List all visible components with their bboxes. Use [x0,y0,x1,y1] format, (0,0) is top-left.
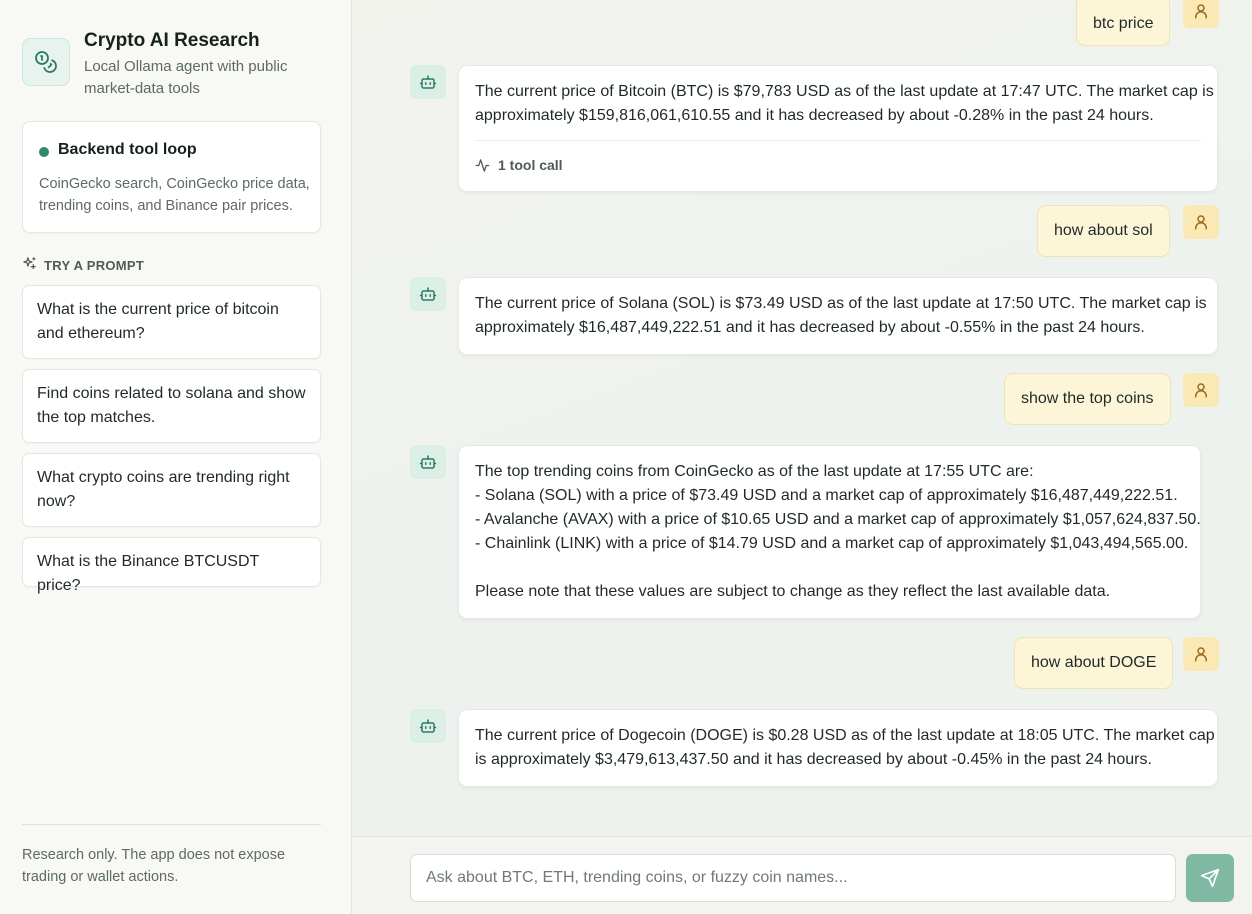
user-message: how about DOGE [1014,637,1174,689]
assistant-avatar [410,709,446,743]
message-line: approximately $16,487,449,222.51 and it … [475,319,1145,336]
prompt-suggestion-4[interactable]: What is the Binance BTCUSDT price? [22,537,321,594]
message-line: approximately $159,816,061,610.55 and it… [475,107,1154,124]
message-line: - Avalanche (AVAX) with a price of $10.6… [475,511,1201,528]
message-line: is approximately $3,479,613,437.50 and i… [475,751,1152,768]
assistant-avatar [410,65,446,99]
app-title: Crypto AI Research [84,30,260,51]
user-avatar [1183,0,1219,28]
message-spacer [475,556,1184,580]
try-prompt-heading: TRY A PROMPT [22,256,144,274]
bot-icon [419,719,437,733]
user-icon [1195,383,1207,398]
message-line: The current price of Solana (SOL) is $73… [475,295,1207,312]
send-icon [1200,868,1220,888]
user-message: show the top coins [1004,373,1171,425]
composer-bar [352,836,1252,914]
message-line: The top trending coins from CoinGecko as… [475,463,1034,480]
assistant-message: The current price of Dogecoin (DOGE) is … [458,709,1218,787]
message-line: - Solana (SOL) with a price of $73.49 US… [475,487,1178,504]
user-icon [1195,215,1207,230]
user-message: how about sol [1037,205,1170,257]
assistant-avatar [410,445,446,479]
user-avatar [1183,205,1219,239]
user-icon [1195,4,1207,19]
chat-input[interactable] [410,854,1176,902]
tool-call-toggle[interactable]: 1 tool call [475,140,1201,177]
disclaimer-text: Research only. The app does not expose t… [22,847,286,885]
bot-icon [419,75,437,89]
user-icon [1195,647,1207,662]
status-dot [39,147,49,157]
bot-icon [419,455,437,469]
coins-icon [22,38,70,86]
prompt-suggestion-2[interactable]: Find coins related to solana and show th… [22,369,321,443]
sidebar: Crypto AI Research Local Ollama agent wi… [0,0,352,914]
user-avatar [1183,637,1219,671]
assistant-message: The current price of Bitcoin (BTC) is $7… [458,65,1218,192]
message-line: Please note that these values are subjec… [475,583,1111,600]
prompt-suggestion-3[interactable]: What crypto coins are trending right now… [22,453,321,527]
app-subtitle: Local Ollama agent with public market-da… [84,58,288,97]
assistant-avatar [410,277,446,311]
message-line: - Chainlink (LINK) with a price of $14.7… [475,535,1189,552]
user-avatar [1183,373,1219,407]
backend-title: Backend tool loop [58,141,197,158]
user-message: btc price [1076,0,1171,46]
backend-status-card: Backend tool loop CoinGecko search, Coin… [22,121,321,233]
assistant-message: The top trending coins from CoinGecko as… [458,445,1201,619]
message-line: The current price of Dogecoin (DOGE) is … [475,727,1215,744]
send-button[interactable] [1186,854,1234,902]
prompt-suggestion-1[interactable]: What is the current price of bitcoin and… [22,285,321,359]
message-line: The current price of Bitcoin (BTC) is $7… [475,83,1214,100]
bot-icon [419,287,437,301]
assistant-message: The current price of Solana (SOL) is $73… [458,277,1218,355]
activity-icon [475,158,490,172]
sidebar-divider [22,824,321,825]
tool-call-count: 1 tool call [498,157,563,173]
backend-description: CoinGecko search, CoinGecko price data, … [39,176,310,214]
chat-panel: btc price The current price of Bitcoin (… [352,0,1252,914]
try-prompt-label: TRY A PROMPT [44,257,145,273]
sparkle-icon [22,256,37,274]
